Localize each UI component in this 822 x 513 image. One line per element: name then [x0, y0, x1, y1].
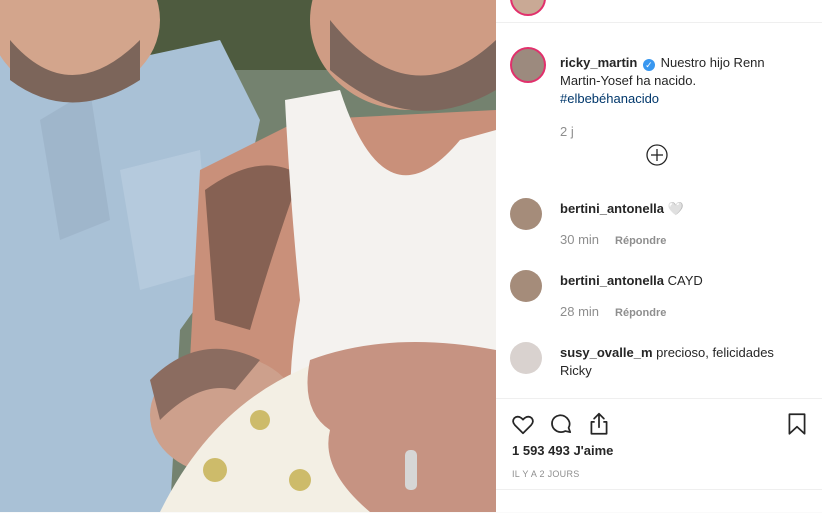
comment-body: 🤍	[667, 201, 684, 216]
verified-badge-icon: ✓	[642, 59, 655, 71]
comment-icon[interactable]	[548, 411, 574, 442]
author-avatar[interactable]	[510, 47, 546, 83]
comment-time[interactable]: 30 min	[560, 232, 599, 247]
post-header	[496, 0, 822, 23]
comment-text: bertini_antonella 🤍	[560, 200, 806, 218]
load-more-icon[interactable]	[646, 144, 668, 166]
comment-text: bertini_antonella CAYD	[560, 272, 806, 290]
comment-text: susy_ovalle_m precioso, felicidades Rick…	[560, 344, 806, 380]
author-username[interactable]: ricky_martin	[560, 55, 637, 70]
comment-meta: 30 min Répondre	[560, 232, 666, 247]
bookmark-icon[interactable]	[784, 411, 810, 442]
hashtag-link[interactable]: #elbebéhanacido	[560, 91, 659, 106]
post-date[interactable]: IL Y A 2 JOURS	[512, 469, 580, 479]
reply-button[interactable]: Répondre	[615, 307, 666, 319]
comment-username[interactable]: susy_ovalle_m	[560, 345, 653, 360]
share-icon[interactable]	[586, 411, 612, 442]
likes-count[interactable]: 1 593 493 J'aime	[512, 443, 613, 458]
caption-row: ricky_martin ✓ Nuestro hijo Renn Martin-…	[496, 44, 822, 154]
photo-image	[0, 0, 496, 512]
comment-row: bertini_antonella CAYD 28 min Répondre	[496, 264, 822, 326]
caption-text: ricky_martin ✓ Nuestro hijo Renn Martin-…	[560, 54, 806, 108]
post-photo[interactable]	[0, 0, 496, 512]
commenter-avatar[interactable]	[510, 198, 542, 230]
commenter-avatar[interactable]	[510, 270, 542, 302]
comment-username[interactable]: bertini_antonella	[560, 201, 664, 216]
actions-divider	[496, 489, 822, 490]
comment-username[interactable]: bertini_antonella	[560, 273, 664, 288]
comment-row: bertini_antonella 🤍 30 min Répondre	[496, 192, 822, 254]
reply-button[interactable]: Répondre	[615, 235, 666, 247]
comment-time[interactable]: 28 min	[560, 304, 599, 319]
commenter-avatar[interactable]	[510, 342, 542, 374]
comments-list[interactable]: ricky_martin ✓ Nuestro hijo Renn Martin-…	[496, 22, 822, 398]
comment-meta: 28 min Répondre	[560, 304, 666, 319]
post-actions: 1 593 493 J'aime IL Y A 2 JOURS	[496, 398, 822, 513]
comment-row: susy_ovalle_m precioso, felicidades Rick…	[496, 336, 822, 398]
post-age[interactable]: 2 j	[560, 124, 574, 139]
comment-body: CAYD	[667, 273, 703, 288]
heart-icon[interactable]	[510, 411, 536, 442]
header-avatar[interactable]	[510, 0, 546, 16]
post-panel: ricky_martin ✓ Nuestro hijo Renn Martin-…	[496, 0, 822, 512]
